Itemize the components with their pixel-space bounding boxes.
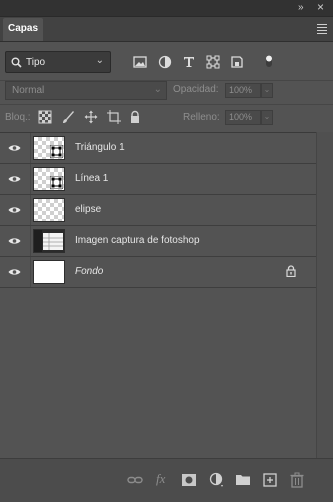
scrollbar[interactable] — [316, 132, 333, 458]
visibility-toggle[interactable] — [0, 226, 31, 256]
layer-row[interactable]: Línea 1 — [0, 164, 316, 195]
blend-mode-value: Normal — [12, 85, 45, 96]
fill-dropdown-icon[interactable]: ⌄ — [261, 110, 273, 125]
lock-artboard-icon[interactable] — [107, 110, 121, 124]
lock-position-icon[interactable] — [84, 110, 98, 124]
eye-icon — [8, 207, 21, 213]
eye-icon — [8, 145, 21, 151]
layer-name[interactable]: elipse — [75, 204, 101, 215]
layer-name[interactable]: Imagen captura de fotoshop — [75, 235, 200, 246]
collapse-panel-icon[interactable]: » — [298, 2, 304, 14]
visibility-toggle[interactable] — [0, 133, 31, 163]
lock-image-pixels-icon[interactable] — [61, 110, 75, 124]
mask-icon[interactable] — [181, 472, 197, 488]
filter-toggle-icon[interactable] — [264, 54, 274, 68]
fill-input[interactable]: 100% — [225, 110, 261, 125]
layers-list: Triángulo 1 Línea 1 elipse Imagen captur… — [0, 132, 316, 459]
filter-kind-value: Tipo — [26, 57, 46, 68]
visibility-toggle[interactable] — [0, 164, 31, 194]
lock-label: Bloq.: — [5, 112, 31, 123]
layer-name[interactable]: Línea 1 — [75, 173, 108, 184]
smart-object-filter-icon[interactable] — [229, 54, 245, 70]
link-layers-icon[interactable] — [127, 472, 143, 488]
search-icon — [11, 57, 22, 68]
shape-filter-icon[interactable] — [205, 54, 221, 70]
filter-kind-select[interactable]: Tipo ⌄ — [5, 51, 111, 73]
trash-icon[interactable] — [289, 472, 305, 488]
panel-menu-icon[interactable] — [317, 24, 327, 36]
lock-all-icon[interactable] — [128, 110, 142, 124]
layer-row[interactable]: Fondo — [0, 257, 316, 288]
layer-thumbnail[interactable] — [33, 167, 65, 191]
layer-thumbnail[interactable] — [33, 136, 65, 160]
layer-row[interactable]: Triángulo 1 — [0, 133, 316, 164]
layer-name[interactable]: Triángulo 1 — [75, 142, 125, 153]
filter-row: Tipo ⌄ — [0, 42, 333, 80]
shape-layer-badge-icon — [50, 145, 63, 158]
adjustment-filter-icon[interactable] — [157, 54, 173, 70]
lock-transparent-pixels-icon[interactable] — [38, 110, 52, 124]
new-layer-icon[interactable] — [262, 472, 278, 488]
visibility-toggle[interactable] — [0, 195, 31, 225]
layer-thumbnail[interactable] — [33, 260, 65, 284]
adjustment-layer-icon[interactable] — [209, 472, 225, 488]
tab-bar: Capas — [0, 17, 333, 42]
eye-icon — [8, 238, 21, 244]
layer-row[interactable]: Imagen captura de fotoshop — [0, 226, 316, 257]
layer-thumbnail[interactable] — [33, 198, 65, 222]
eye-icon — [8, 176, 21, 182]
eye-icon — [8, 269, 21, 275]
fx-icon[interactable]: fx — [156, 471, 172, 487]
blend-mode-select[interactable]: Normal ⌄ — [5, 81, 167, 100]
type-filter-icon[interactable] — [181, 54, 197, 70]
screenshot-thumbnail-image — [34, 230, 63, 252]
chevron-down-icon: ⌄ — [95, 55, 104, 66]
close-panel-icon[interactable]: × — [317, 1, 324, 13]
visibility-toggle[interactable] — [0, 257, 31, 287]
opacity-input[interactable]: 100% — [225, 83, 261, 98]
shape-layer-badge-icon — [50, 176, 63, 189]
tab-capas[interactable]: Capas — [3, 18, 43, 41]
layers-bottom-toolbar: fx — [0, 458, 333, 502]
opacity-dropdown-icon[interactable]: ⌄ — [261, 83, 273, 98]
layer-name[interactable]: Fondo — [75, 266, 103, 277]
image-filter-icon[interactable] — [132, 54, 148, 70]
layer-thumbnail[interactable] — [33, 229, 65, 253]
blend-row: Normal ⌄ Opacidad: 100% ⌄ — [0, 80, 333, 103]
folder-icon[interactable] — [235, 472, 251, 488]
lock-row: Bloq.: Relleno: 100% ⌄ — [0, 104, 333, 131]
panel-title-bar: » × — [0, 0, 333, 17]
fill-label: Relleno: — [183, 112, 220, 123]
lock-icon[interactable] — [286, 265, 296, 277]
layer-row[interactable]: elipse — [0, 195, 316, 226]
chevron-down-icon: ⌄ — [153, 84, 162, 95]
opacity-label: Opacidad: — [173, 84, 219, 95]
